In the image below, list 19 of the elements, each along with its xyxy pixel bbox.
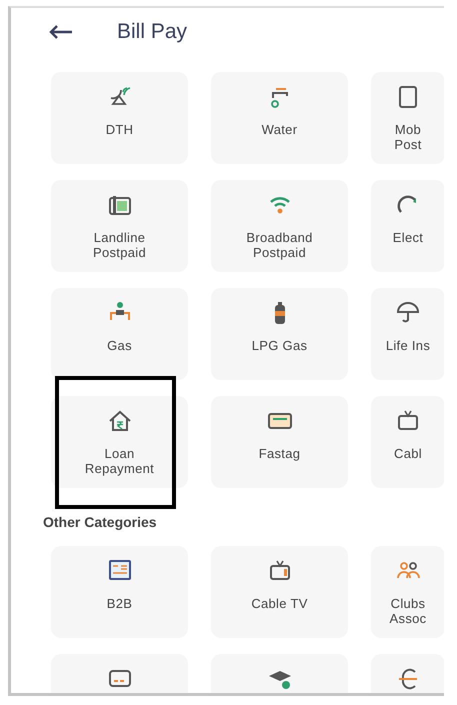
- category-tile[interactable]: Clubs Assoc: [371, 546, 444, 638]
- category-tile[interactable]: Landline Postpaid: [51, 180, 188, 272]
- page-title: Bill Pay: [117, 20, 188, 44]
- category-tile[interactable]: Loan Repayment: [51, 396, 188, 488]
- house-rupee-icon: [106, 408, 132, 434]
- category-tile[interactable]: DTH: [51, 72, 188, 164]
- back-arrow-icon[interactable]: [49, 25, 73, 39]
- category-tile[interactable]: Elect: [371, 180, 444, 272]
- category-tile[interactable]: Fastag: [211, 396, 348, 488]
- category-tile[interactable]: Water: [211, 72, 348, 164]
- category-tile[interactable]: Cabl: [371, 396, 444, 488]
- category-tile[interactable]: LPG Gas: [211, 288, 348, 380]
- category-tile[interactable]: Gas: [51, 288, 188, 380]
- category-tile[interactable]: B2B: [51, 546, 188, 638]
- category-tile[interactable]: Life Ins: [371, 288, 444, 380]
- category-tile[interactable]: Broadband Postpaid: [211, 180, 348, 272]
- category-tile[interactable]: Mob Post: [371, 72, 444, 164]
- section-heading: Other Categories: [43, 514, 158, 530]
- category-tile[interactable]: Cable TV: [211, 546, 348, 638]
